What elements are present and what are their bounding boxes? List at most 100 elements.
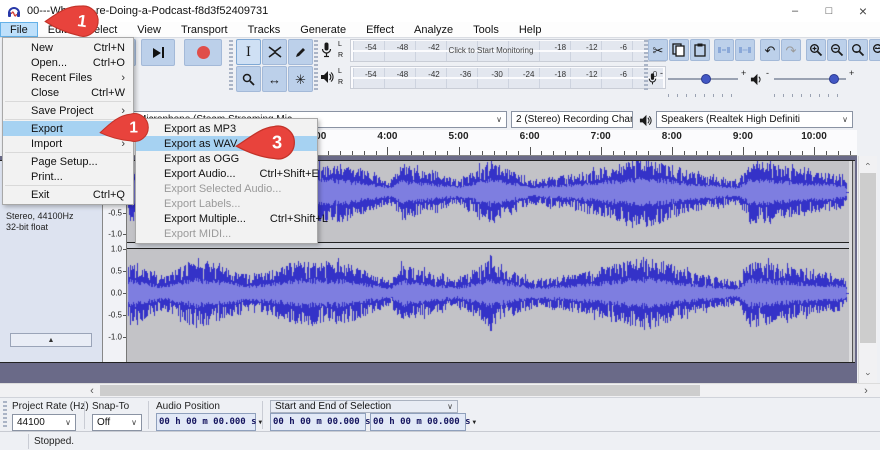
zoom-out-icon [830,43,844,57]
selection-mode-select[interactable]: Start and End of Selection ∨ [270,400,458,413]
timeline-tick [435,151,436,155]
maximize-button[interactable]: □ [812,0,846,22]
file-menu-item-open[interactable]: Open...Ctrl+O [3,55,133,70]
record-button[interactable] [184,39,222,66]
amplitude-scale-label: -0.5 [108,209,122,218]
meter-tick-label: -42 [428,43,440,52]
horizontal-scrollbar[interactable]: ‹ › [0,383,880,397]
menu-item-file[interactable]: File [0,22,38,37]
draw-tool-button[interactable] [288,39,313,65]
snap-to-label: Snap-To [92,401,129,412]
scroll-left-arrow[interactable]: ‹ [84,384,100,397]
selection-end-field[interactable]: 00 h 00 m 00.000 s ▼ [370,413,466,431]
file-menu-item-close[interactable]: CloseCtrl+W [3,85,133,100]
cut-button[interactable]: ✂ [648,39,668,61]
timeline-tick [613,151,614,155]
recording-channels-select[interactable]: 2 (Stereo) Recording Chan ∨ [511,111,633,128]
track-collapse-button[interactable]: ▲ [10,333,92,347]
timeline-label: 9:00 [733,131,753,142]
meter-tick-label: -24 [523,70,535,79]
snap-to-select[interactable]: Off ∨ [92,414,142,431]
meter-right-label: R [338,77,343,88]
amplitude-scale-tick [123,234,126,235]
collapse-up-icon: ▲ [48,337,55,344]
recording-volume-mic-icon [648,72,657,87]
menu-item-label: Export Selected Audio... [164,183,281,195]
vertical-scrollbar[interactable]: ‹ › [858,156,877,383]
envelope-tool-icon [268,46,282,58]
selection-tool-button[interactable]: I [236,39,261,65]
menu-separator [5,152,131,153]
audio-position-field[interactable]: 00 h 00 m 00.000 s ▼ [156,413,256,431]
timeline-tick [399,151,400,155]
playback-device-select[interactable]: Speakers (Realtek High Definiti ∨ [656,111,853,128]
playback-meter: LR -54-48-42-36-30-24-18-12-60 [318,65,640,90]
timeline-tick [648,151,649,155]
recording-volume-thumb[interactable] [701,74,711,84]
timeline-tick [636,151,637,155]
redo-button[interactable]: ↷ [781,39,801,61]
vertical-scroll-thumb[interactable] [860,173,876,343]
scroll-right-arrow[interactable]: › [858,384,874,397]
zoom-out-button[interactable] [827,39,847,61]
skip-to-end-button[interactable] [141,39,175,66]
trim-audio-button[interactable] [714,39,734,61]
amplitude-scale-label: -0.5 [108,311,122,320]
zoom-in-button[interactable] [806,39,826,61]
timeline-tick [387,147,388,155]
menu-item-tools[interactable]: Tools [463,22,509,37]
menu-separator [5,101,131,102]
file-menu-item-exit[interactable]: ExitCtrl+Q [3,187,133,202]
selection-start-field[interactable]: 00 h 00 m 00.000 s ▼ [270,413,366,431]
recording-volume-slider[interactable] [668,78,738,80]
copy-button[interactable] [669,39,689,61]
trim-audio-icon [717,43,731,57]
menu-item-help[interactable]: Help [509,22,552,37]
multi-tool-button[interactable]: ✳ [288,66,313,92]
menu-item-effect[interactable]: Effect [356,22,404,37]
scroll-down-arrow[interactable]: › [859,366,877,382]
timeline-tick [411,151,412,155]
recording-meter-scale: -54-48-42-18-12-60Click to Start Monitor… [350,39,666,62]
scroll-up-arrow[interactable]: ‹ [859,156,877,172]
timeline-label: 10:00 [801,131,827,142]
timeline-tick [707,151,708,155]
file-menu-item-new[interactable]: NewCtrl+N [3,40,133,55]
file-menu-item-page-setup[interactable]: Page Setup... [3,154,133,169]
export-menu-item-export-audio[interactable]: Export Audio...Ctrl+Shift+E [136,166,317,181]
horizontal-scroll-thumb[interactable] [100,385,700,396]
svg-text:3: 3 [272,132,282,153]
export-menu-item-export-multiple[interactable]: Export Multiple...Ctrl+Shift+L [136,211,317,226]
timeline-label: 5:00 [448,131,468,142]
envelope-tool-button[interactable] [262,39,287,65]
menu-item-label: Export Multiple... [164,213,246,225]
time-shift-tool-icon: ↔ [268,73,281,86]
silence-audio-button[interactable] [735,39,755,61]
microphone-icon [321,42,332,58]
zoom-fit-button[interactable] [869,39,880,61]
menu-item-transport[interactable]: Transport [171,22,238,37]
playback-volume-thumb[interactable] [829,74,839,84]
file-menu-item-recent-files[interactable]: Recent Files› [3,70,133,85]
time-shift-tool-button[interactable]: ↔ [262,66,287,92]
menu-shortcut: Ctrl+N [70,42,125,54]
recording-meter[interactable]: LR -54-48-42-18-12-60Click to Start Moni… [318,38,640,63]
status-bar: Stopped. [0,431,880,450]
project-rate-select[interactable]: 44100 ∨ [12,414,76,431]
menu-item-generate[interactable]: Generate [290,22,356,37]
menu-item-analyze[interactable]: Analyze [404,22,463,37]
zoom-selection-icon [851,43,865,57]
amplitude-scale-tick [123,293,126,294]
minimize-button[interactable]: – [778,0,812,22]
menu-item-view[interactable]: View [127,22,171,37]
undo-button[interactable]: ↶ [760,39,780,61]
menu-item-tracks[interactable]: Tracks [238,22,291,37]
paste-button[interactable] [690,39,710,61]
zoom-selection-button[interactable] [848,39,868,61]
zoom-tool-button[interactable] [236,66,261,92]
close-button[interactable]: × [846,0,880,22]
click-to-start-monitoring-text[interactable]: Click to Start Monitoring [449,46,534,55]
file-menu-item-print[interactable]: Print... [3,169,133,184]
playback-volume-slider[interactable] [774,78,846,80]
audacity-window: 00---Why-We-re-Doing-a-Podcast-f8d3f5240… [0,0,880,450]
